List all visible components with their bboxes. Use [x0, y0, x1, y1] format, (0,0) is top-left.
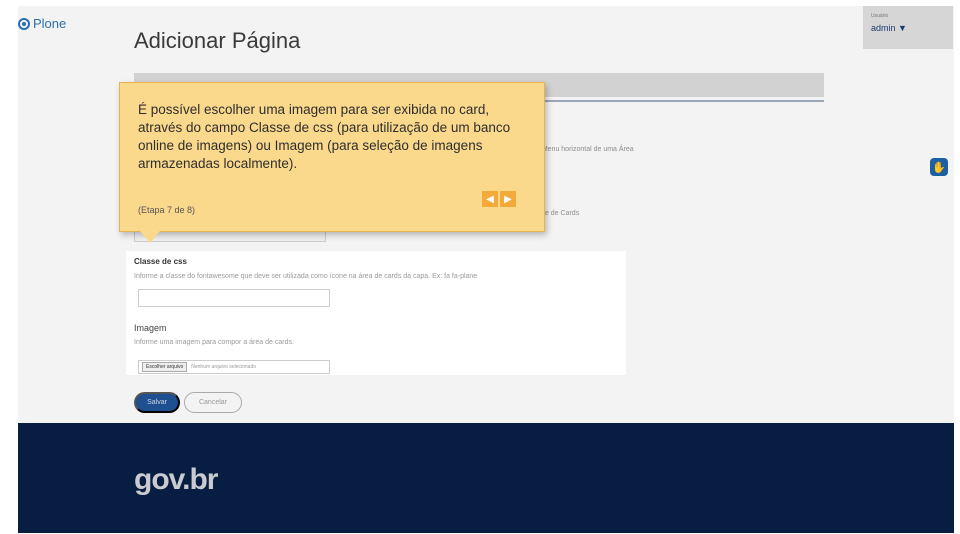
browser-frame: Plone Adicionar Página Usuário admin ▼ o…: [18, 6, 954, 533]
image-help: Informe uma imagem para compor a área de…: [134, 339, 294, 346]
chevron-left-icon[interactable]: ◀: [482, 191, 498, 207]
footer: gov.br: [18, 423, 954, 533]
image-file-input[interactable]: Escolher arquivo Nenhum arquivo selecion…: [138, 360, 330, 374]
govbr-logo[interactable]: gov.br: [134, 463, 218, 497]
tab-underline: [508, 100, 824, 102]
choose-file-button[interactable]: Escolher arquivo: [142, 362, 188, 372]
tour-step-counter: (Etapa 7 de 8): [138, 205, 196, 215]
plone-logo-icon: [18, 17, 30, 30]
plone-logo[interactable]: Plone: [18, 16, 66, 31]
css-class-label: Classe de css: [134, 257, 187, 266]
cancel-button[interactable]: Cancelar: [184, 392, 242, 413]
accessibility-icon[interactable]: ✋: [930, 158, 948, 176]
save-button[interactable]: Salvar: [134, 392, 180, 413]
css-class-help: Informe a classe do fontawesome que deve…: [134, 273, 478, 280]
tour-popup: É possível escolher uma imagem para ser …: [119, 82, 545, 243]
image-label: Imagem: [134, 323, 167, 333]
user-name[interactable]: admin ▼: [871, 23, 907, 33]
chevron-right-icon[interactable]: ▶: [500, 191, 516, 207]
css-class-input[interactable]: [138, 289, 330, 307]
user-caption: Usuário: [871, 13, 889, 19]
file-status: Nenhum arquivo selecionado: [191, 364, 257, 370]
page-title: Adicionar Página: [134, 28, 301, 53]
highlighted-fields-section: Classe de css Informe a classe do fontaw…: [126, 251, 626, 375]
plone-logo-text: Plone: [33, 16, 67, 31]
background-field-help: o Menu horizontal de uma Área: [536, 146, 634, 153]
tour-text: É possível escolher uma imagem para ser …: [138, 102, 511, 171]
tour-navigation: ◀ ▶: [482, 191, 516, 207]
user-menu[interactable]: Usuário admin ▼: [863, 6, 953, 49]
